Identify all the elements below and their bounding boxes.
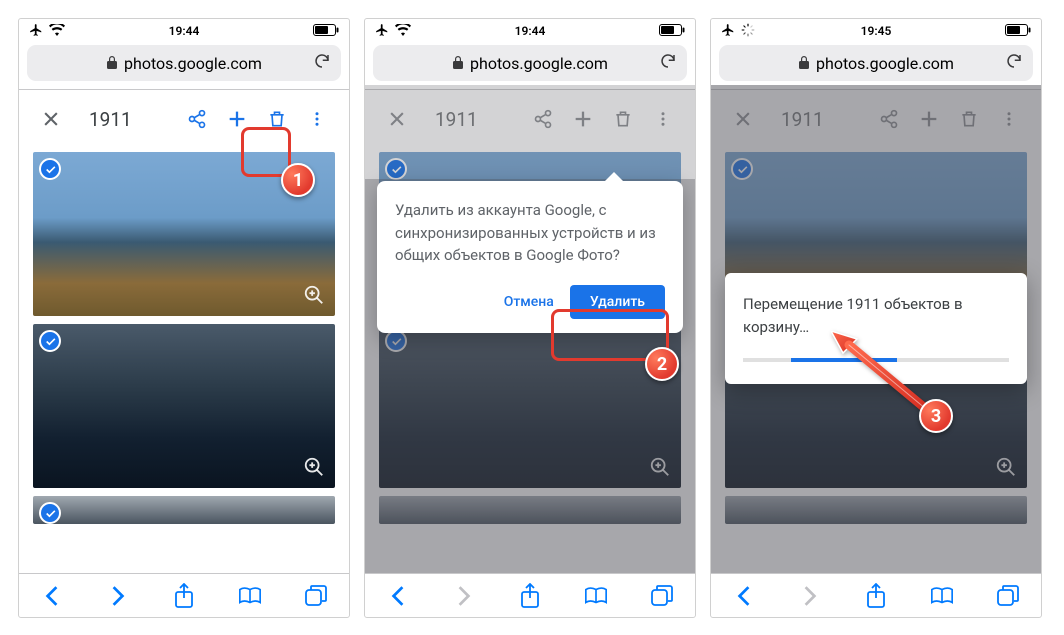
share-sheet-button[interactable] bbox=[171, 583, 197, 609]
dim-overlay bbox=[365, 85, 695, 179]
safari-address-bar[interactable]: photos.google.com bbox=[373, 45, 687, 81]
add-button bbox=[909, 99, 949, 139]
progress-bar bbox=[743, 358, 1009, 362]
zoom-icon bbox=[995, 456, 1017, 478]
step-badge-3: 3 bbox=[919, 399, 953, 433]
back-button[interactable] bbox=[39, 583, 65, 609]
close-selection-button[interactable] bbox=[31, 99, 71, 139]
lock-icon bbox=[452, 54, 464, 73]
photo-item bbox=[725, 496, 1027, 524]
clock-time: 19:44 bbox=[19, 24, 349, 38]
photo-item[interactable] bbox=[33, 496, 335, 524]
selection-count: 1911 bbox=[781, 108, 869, 131]
photo-item[interactable] bbox=[33, 324, 335, 488]
clock-time: 19:44 bbox=[365, 24, 695, 38]
tabs-button[interactable] bbox=[303, 583, 329, 609]
progress-fill bbox=[791, 358, 897, 362]
progress-message: Перемещение 1911 объектов в корзину… bbox=[743, 293, 1009, 340]
reload-icon[interactable] bbox=[659, 52, 677, 74]
lock-icon bbox=[798, 54, 810, 73]
delete-button[interactable] bbox=[257, 99, 297, 139]
selection-count: 1911 bbox=[89, 108, 177, 131]
ios-status-bar: 19:45 bbox=[711, 19, 1041, 41]
safari-bottom-nav bbox=[711, 573, 1041, 617]
phone-screen-2: 19:44 photos.google.com 1911 Удалить из … bbox=[364, 18, 696, 618]
cancel-button[interactable]: Отмена bbox=[504, 294, 554, 310]
close-selection-button bbox=[723, 99, 763, 139]
zoom-icon[interactable] bbox=[303, 456, 325, 478]
delete-button bbox=[949, 99, 989, 139]
address-url: photos.google.com bbox=[124, 54, 262, 73]
phone-screen-1: 19:44 photos.google.com 1911 bbox=[18, 18, 350, 618]
ios-status-bar: 19:44 bbox=[19, 19, 349, 41]
step-badge-2: 2 bbox=[645, 347, 679, 381]
address-url: photos.google.com bbox=[816, 54, 954, 73]
more-button[interactable] bbox=[297, 99, 337, 139]
safari-bottom-nav bbox=[365, 573, 695, 617]
confirm-delete-dialog: Удалить из аккаунта Google, с синхронизи… bbox=[377, 181, 683, 333]
lock-icon bbox=[106, 54, 118, 73]
share-sheet-button[interactable] bbox=[863, 583, 889, 609]
zoom-icon[interactable] bbox=[303, 284, 325, 306]
back-button[interactable] bbox=[731, 583, 757, 609]
clock-time: 19:45 bbox=[711, 24, 1041, 38]
share-sheet-button[interactable] bbox=[517, 583, 543, 609]
bookmarks-button[interactable] bbox=[237, 583, 263, 609]
reload-icon[interactable] bbox=[1005, 52, 1023, 74]
share-button[interactable] bbox=[177, 99, 217, 139]
reload-icon[interactable] bbox=[313, 52, 331, 74]
more-button bbox=[989, 99, 1029, 139]
forward-button[interactable] bbox=[105, 583, 131, 609]
ios-status-bar: 19:44 bbox=[365, 19, 695, 41]
progress-dialog: Перемещение 1911 объектов в корзину… bbox=[725, 273, 1027, 384]
step-badge-1: 1 bbox=[281, 163, 315, 197]
photo-grid bbox=[19, 148, 349, 573]
check-icon bbox=[39, 502, 61, 524]
forward-button bbox=[451, 583, 477, 609]
safari-address-bar[interactable]: photos.google.com bbox=[27, 45, 341, 81]
forward-button bbox=[797, 583, 823, 609]
selection-toolbar: 1911 bbox=[19, 90, 349, 148]
dialog-message: Удалить из аккаунта Google, с синхронизи… bbox=[395, 199, 665, 267]
photo-item bbox=[379, 496, 681, 524]
bookmarks-button[interactable] bbox=[929, 583, 955, 609]
zoom-icon bbox=[649, 456, 671, 478]
check-icon bbox=[39, 330, 61, 352]
selection-toolbar: 1911 bbox=[711, 90, 1041, 148]
photo-item bbox=[379, 324, 681, 488]
check-icon bbox=[731, 158, 753, 180]
tabs-button[interactable] bbox=[649, 583, 675, 609]
check-icon bbox=[39, 158, 61, 180]
add-button[interactable] bbox=[217, 99, 257, 139]
address-url: photos.google.com bbox=[470, 54, 608, 73]
bookmarks-button[interactable] bbox=[583, 583, 609, 609]
check-icon bbox=[385, 330, 407, 352]
phone-screen-3: 19:45 photos.google.com 1911 Перемещение… bbox=[710, 18, 1042, 618]
share-button bbox=[869, 99, 909, 139]
safari-address-bar[interactable]: photos.google.com bbox=[719, 45, 1033, 81]
tabs-button[interactable] bbox=[995, 583, 1021, 609]
back-button[interactable] bbox=[385, 583, 411, 609]
safari-bottom-nav bbox=[19, 573, 349, 617]
confirm-delete-button[interactable]: Удалить bbox=[570, 285, 665, 319]
